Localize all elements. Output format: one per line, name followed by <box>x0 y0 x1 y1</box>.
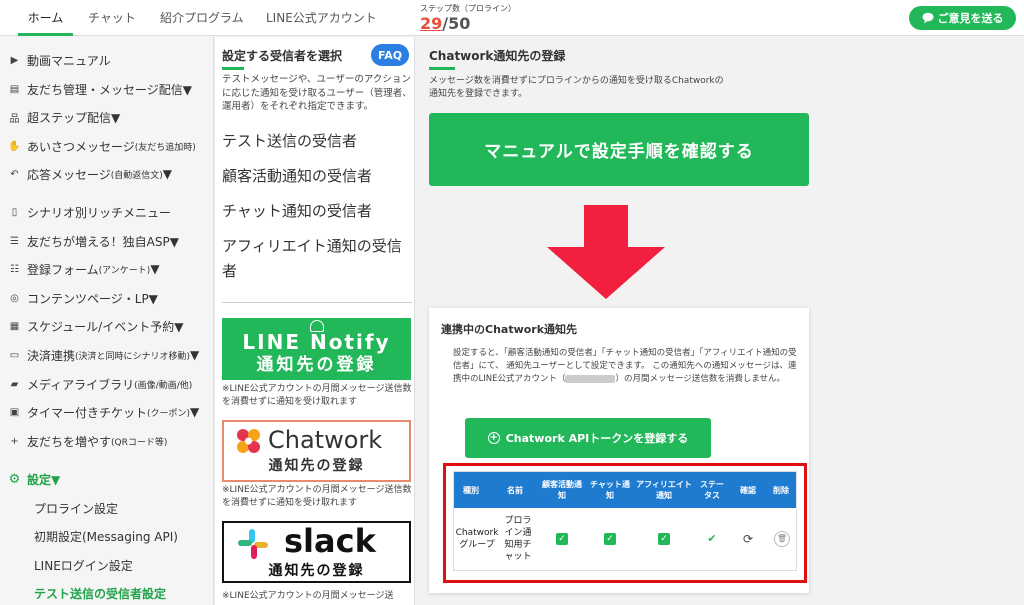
line-notify-banner[interactable]: LINE Notify 通知先の登録 <box>222 318 411 380</box>
cell-delete: 🗑 <box>770 508 794 570</box>
reply-icon: ↶ <box>10 168 19 180</box>
chatwork-banner[interactable]: Chatwork 通知先の登録 <box>222 420 411 482</box>
feedback-button[interactable]: ご意見を送る <box>909 6 1016 30</box>
header-customer-activity: 顧客活動通知 <box>542 480 582 500</box>
cell-status: ✔ <box>698 508 726 570</box>
cell-chat: ✓ <box>590 508 630 570</box>
credit-card-icon: ▭ <box>9 349 20 361</box>
mobile-icon: ▯ <box>11 206 18 218</box>
header-affiliate: アフィリエイト通知 <box>636 480 692 500</box>
table-header: 種別 名前 顧客活動通知 チャット通知 アフィリエイト通知 ステータス 確認 削… <box>454 472 796 508</box>
contact-book-icon: ▤ <box>9 83 20 95</box>
sidebar-item-media-library[interactable]: ▰ メディアライブラリ (画像/動画/他) <box>8 374 193 394</box>
link-customer-activity-recipient[interactable]: 顧客活動通知の受信者 <box>222 164 412 189</box>
linked-chatwork-card: 連携中のChatwork通知先 設定すると、「顧客活動通知の受信者」「チャット通… <box>429 308 809 593</box>
chatwork-logo-icon <box>237 429 260 453</box>
user-plus-icon: + <box>10 435 19 447</box>
sidebar-item-asp[interactable]: ☰ 友だちが増える！独自ASP▼ <box>8 231 179 251</box>
tab-line-official-account[interactable]: LINE公式アカウント <box>266 0 377 36</box>
banner-note: ※LINE公式アカウントの月間メッセージ送 <box>222 591 394 601</box>
panel-title: 設定する受信者を選択 <box>222 49 343 70</box>
checkbox-checked-icon[interactable]: ✓ <box>658 533 670 545</box>
sidebar-sub-initial-settings[interactable]: 初期設定(Messaging API) <box>34 528 178 545</box>
sidebar-item-payment[interactable]: ▭ 決済連携 (決済と同時にシナリオ移動) ▼ <box>8 345 200 365</box>
card-title: 連携中のChatwork通知先 <box>441 323 578 336</box>
cell-confirm: ⟳ <box>736 508 760 570</box>
manual-button[interactable]: マニュアルで設定手順を確認する <box>429 113 809 186</box>
hand-icon: ✋ <box>8 140 21 152</box>
sidebar-item-ticket[interactable]: ▣ タイマー付きチケット (クーポン) ▼ <box>8 402 200 422</box>
sidebar-item-friend-management[interactable]: ▤ 友だち管理・メッセージ配信▼ <box>8 79 192 99</box>
banner-note: ※LINE公式アカウントの月間メッセージ送信数を消費せずに通知を受け取れます <box>222 384 412 407</box>
sidebar-sub-test-recipient[interactable]: テスト送信の受信者設定 <box>34 585 166 602</box>
sidebar-sub-line-login[interactable]: LINEログイン設定 <box>34 557 133 574</box>
card-description: 設定すると、「顧客活動通知の受信者」「チャット通知の受信者」「アフィリエイト通知… <box>453 348 797 384</box>
step-count-label: ステップ数（プロライン） <box>420 4 516 13</box>
header-confirm: 確認 <box>740 485 756 495</box>
cell-affiliate: ✓ <box>644 508 684 570</box>
main-content: Chatwork通知先の登録 メッセージ数を消費せずにプロラインからの通知を受け… <box>416 37 1024 605</box>
speech-bubble-icon <box>922 12 933 24</box>
header-name: 名前 <box>507 485 523 495</box>
tab-home[interactable]: ホーム <box>18 0 73 36</box>
link-chat-recipient[interactable]: チャット通知の受信者 <box>222 199 412 224</box>
sidebar-item-settings[interactable]: ⚙ 設定▼ <box>8 469 61 489</box>
cell-type: Chatworkグループ <box>455 528 499 550</box>
sidebar-item-increase-friends[interactable]: + 友だちを増やす (QRコード等) <box>8 431 167 451</box>
cell-name: プロライン通知用チャット <box>504 516 532 562</box>
folder-icon: ▰ <box>10 378 19 390</box>
page-title: Chatwork通知先の登録 <box>429 49 566 70</box>
step-counter: ステップ数（プロライン） 29/50 <box>420 3 516 34</box>
list-icon: ☷ <box>10 263 19 275</box>
ticket-icon: ▣ <box>9 406 20 418</box>
header-type: 種別 <box>463 485 479 495</box>
handshake-icon: ☰ <box>10 235 19 247</box>
tab-referral-program[interactable]: 紹介プログラム <box>160 0 244 36</box>
sidebar-item-rich-menu[interactable]: ▯ シナリオ別リッチメニュー <box>8 202 171 222</box>
slack-banner[interactable]: slack 通知先の登録 <box>222 521 411 583</box>
trash-icon[interactable]: 🗑 <box>774 531 790 547</box>
down-arrow-icon <box>547 205 665 299</box>
cell-customer-activity: ✓ <box>544 508 580 570</box>
step-current-value: 29 <box>420 14 443 33</box>
page-description: メッセージ数を消費せずにプロラインからの通知を受け取るChatworkの通知先を… <box>429 76 724 99</box>
plus-circle-icon: + <box>487 432 500 444</box>
checkbox-checked-icon[interactable]: ✓ <box>604 533 616 545</box>
link-test-recipient[interactable]: テスト送信の受信者 <box>222 129 412 154</box>
sidebar-sub-proline-settings[interactable]: プロライン設定 <box>34 500 118 517</box>
check-icon: ✔ <box>707 532 717 545</box>
sidebar: ▶ 動画マニュアル ▤ 友だち管理・メッセージ配信▼ 品超ステップ配信▼ ✋ あいさつ… <box>0 37 214 605</box>
checkbox-checked-icon[interactable]: ✓ <box>556 533 568 545</box>
banner-note: ※LINE公式アカウントの月間メッセージ送信数を消費せずに通知を受け取れます <box>222 485 412 508</box>
masked-account-name <box>565 374 616 383</box>
faq-button[interactable]: FAQ <box>371 44 409 66</box>
step-total-value: /50 <box>442 14 471 33</box>
video-icon: ▶ <box>10 54 19 66</box>
refresh-icon[interactable]: ⟳ <box>743 533 753 545</box>
sidebar-item-auto-reply[interactable]: ↶ 応答メッセージ (自動返信文) ▼ <box>8 164 172 184</box>
sidebar-item-content-page[interactable]: ◎ コンテンツページ・LP▼ <box>8 288 158 308</box>
tab-chat[interactable]: チャット <box>88 0 136 36</box>
globe-icon: ◎ <box>10 292 19 304</box>
slack-logo-icon <box>238 529 268 559</box>
sidebar-item-video-manual[interactable]: ▶ 動画マニュアル <box>8 50 111 70</box>
sitemap-icon: 品 <box>9 113 20 125</box>
sidebar-item-registration-form[interactable]: ☷ 登録フォーム (アンケート) ▼ <box>8 259 160 279</box>
calendar-icon: ▦ <box>9 320 20 332</box>
sidebar-item-greeting[interactable]: ✋ あいさつメッセージ (友だち追加時) <box>8 136 196 156</box>
sidebar-item-schedule[interactable]: ▦ スケジュール/イベント予約▼ <box>8 316 184 336</box>
register-api-token-button[interactable]: + Chatwork APIトークンを登録する <box>465 418 711 458</box>
panel-description: テストメッセージや、ユーザーのアクションに応じた通知を受け取るユーザー（管理者、… <box>222 74 412 112</box>
chatwork-destinations-table: 種別 名前 顧客活動通知 チャット通知 アフィリエイト通知 ステータス 確認 削… <box>453 471 797 571</box>
gear-icon: ⚙ <box>8 471 21 487</box>
header-delete: 削除 <box>773 485 789 495</box>
recipient-selector-panel: 設定する受信者を選択 FAQ テストメッセージや、ユーザーのアクションに応じた通… <box>215 37 415 605</box>
header-chat: チャット通知 <box>590 480 630 500</box>
divider <box>222 302 412 303</box>
header-status: ステータス <box>700 480 724 500</box>
link-affiliate-recipient[interactable]: アフィリエイト通知の受信者 <box>222 234 412 284</box>
top-navigation: ホーム チャット 紹介プログラム LINE公式アカウント ステップ数（プロライン… <box>0 0 1024 36</box>
sidebar-item-super-step[interactable]: 品超ステップ配信▼ <box>8 107 121 127</box>
